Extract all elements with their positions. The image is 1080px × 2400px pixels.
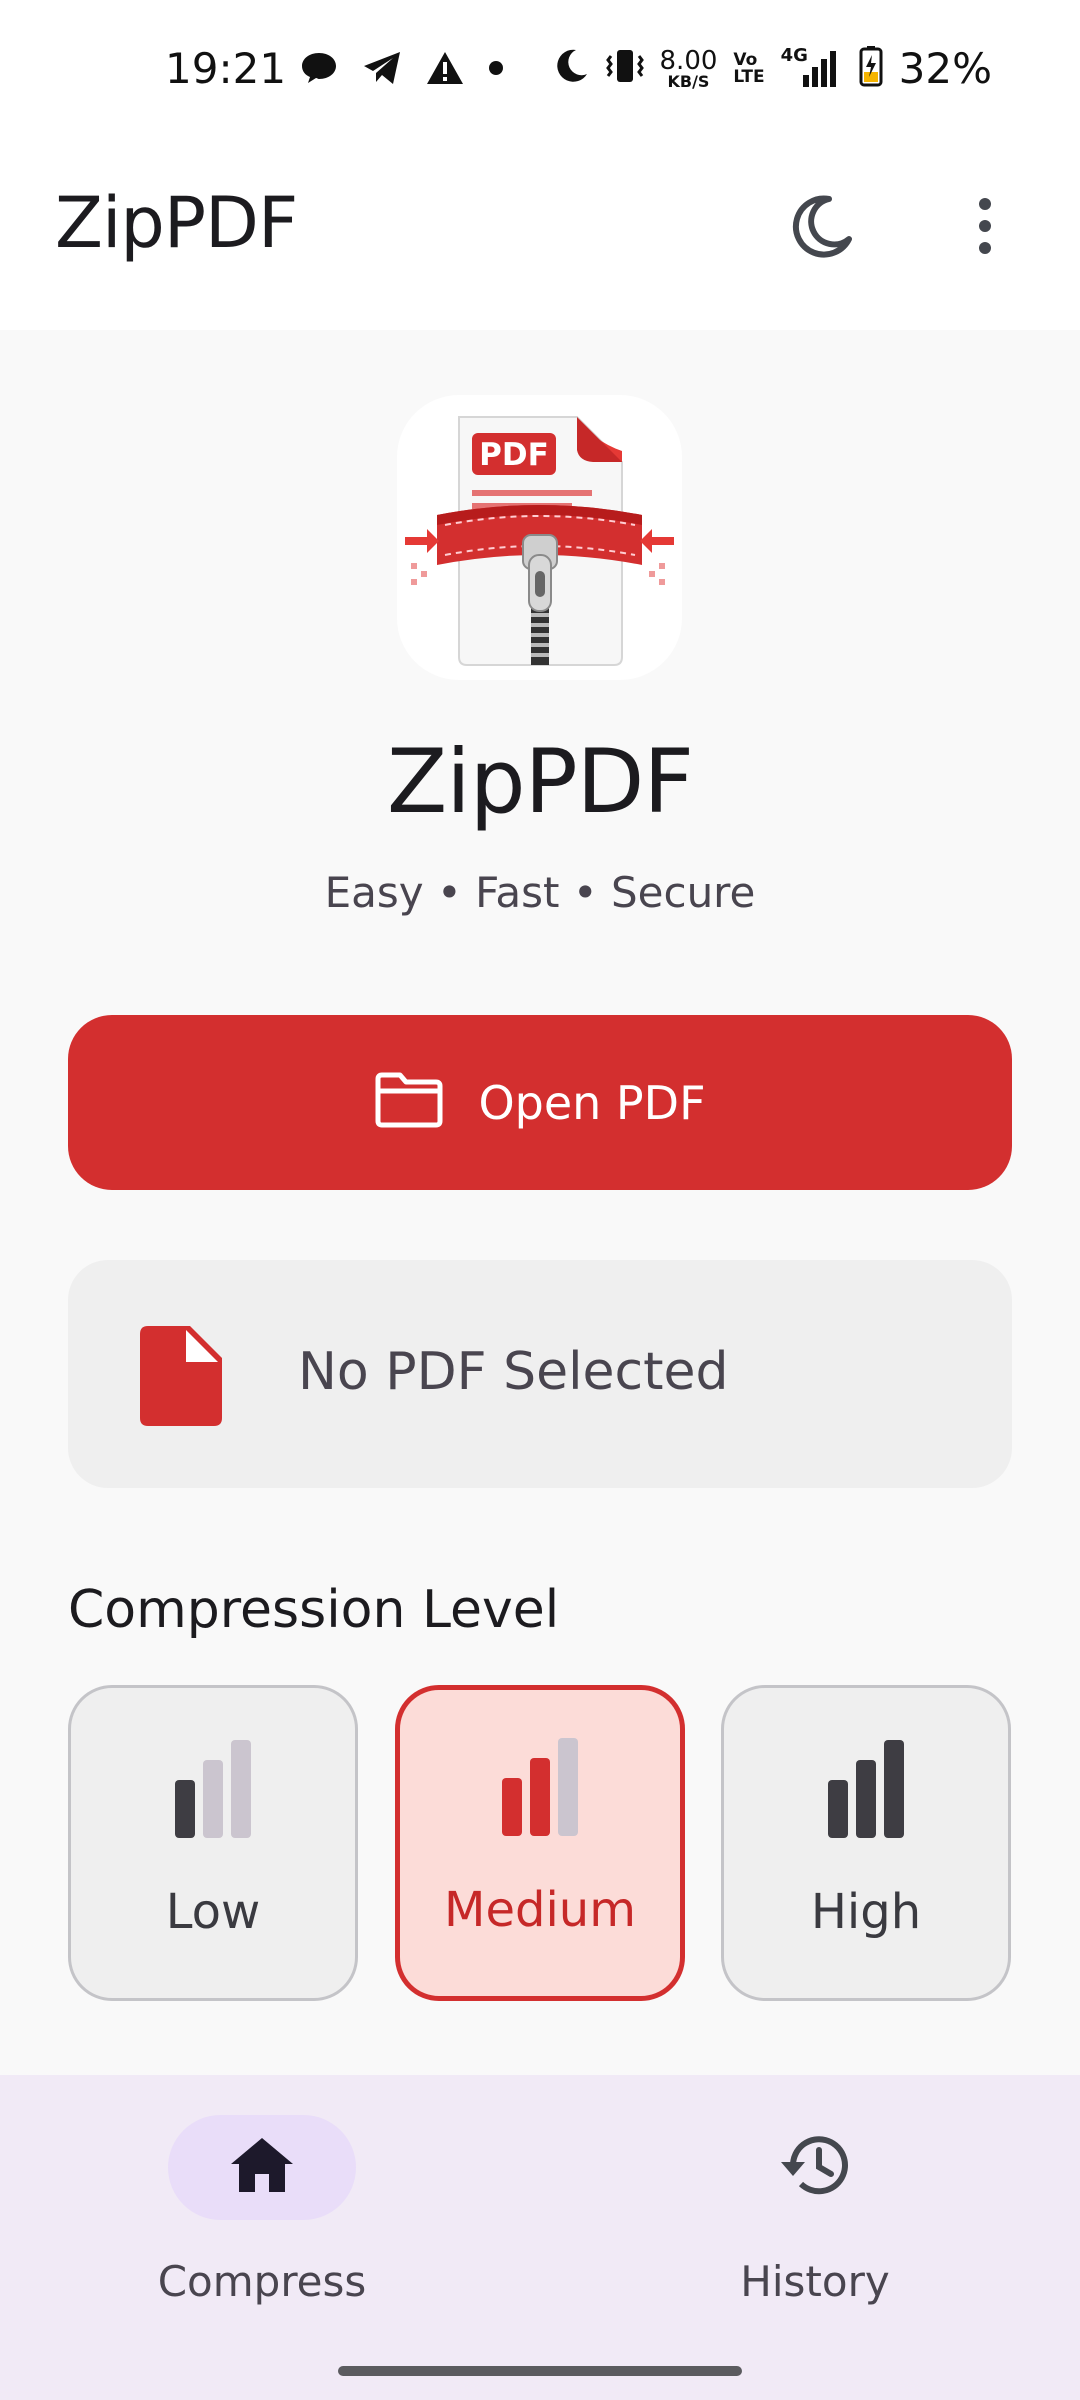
- notification-icons: [300, 50, 504, 91]
- bottom-navigation: Compress History: [0, 2075, 1080, 2400]
- app-logo: PDF: [397, 395, 682, 680]
- hero-title: ZipPDF: [386, 730, 694, 833]
- battery-percent: 32%: [898, 44, 992, 93]
- vibrate-icon: [605, 46, 644, 91]
- dot-icon: [488, 60, 504, 81]
- logo-pdf-text: PDF: [479, 437, 549, 473]
- telegram-icon: [362, 50, 402, 91]
- signal-bars-icon: [724, 1740, 1008, 1840]
- status-right: 8.00 KB/S Vo LTE 4G 32%: [552, 44, 992, 93]
- hero-tagline: Easy • Fast • Secure: [324, 868, 756, 917]
- selected-file-card: No PDF Selected: [68, 1260, 1012, 1488]
- nav-label-history: History: [740, 2257, 890, 2306]
- net-speed: 8.00 KB/S: [660, 48, 718, 90]
- status-bar: 19:21 8.00 KB/S Vo LTE 4G 32%: [0, 0, 1080, 130]
- home-icon: [229, 2136, 295, 2199]
- net-speed-unit: KB/S: [667, 71, 710, 91]
- volte-bottom: LTE: [733, 66, 765, 87]
- history-icon: [779, 2132, 851, 2203]
- signal-icon: 4G: [781, 45, 843, 89]
- more-vert-icon: [975, 197, 995, 259]
- compression-option-high[interactable]: High: [721, 1685, 1011, 2001]
- compression-option-label: Medium: [444, 1882, 636, 1938]
- compression-option-medium[interactable]: Medium: [395, 1685, 685, 2001]
- app-bar-title: ZipPDF: [55, 182, 298, 264]
- nav-item-compress[interactable]: Compress: [112, 2115, 412, 2315]
- volte-top: Vo: [733, 49, 758, 70]
- nav-active-indicator: [168, 2115, 356, 2220]
- status-time: 19:21: [165, 44, 287, 93]
- battery-charging-icon: [859, 45, 883, 92]
- chat-bubble-icon: [300, 51, 338, 90]
- file-icon: [140, 1326, 222, 1431]
- warning-icon: [426, 51, 464, 90]
- open-pdf-label: Open PDF: [478, 1075, 706, 1130]
- compression-option-label: High: [810, 1884, 922, 1940]
- compression-option-label: Low: [165, 1884, 261, 1940]
- compression-option-low[interactable]: Low: [68, 1685, 358, 2001]
- signal-bars-icon: [71, 1740, 355, 1840]
- signal-bars-icon: [400, 1738, 680, 1838]
- moon-icon: [552, 47, 590, 90]
- nav-item-history[interactable]: History: [665, 2115, 965, 2315]
- gesture-navigation-bar[interactable]: [338, 2366, 742, 2376]
- open-pdf-button[interactable]: Open PDF: [68, 1015, 1012, 1190]
- moon-icon: [789, 193, 855, 264]
- app-bar: ZipPDF: [0, 130, 1080, 330]
- nav-icon-container: [721, 2115, 909, 2220]
- folder-icon: [374, 1071, 444, 1134]
- nav-label-compress: Compress: [157, 2257, 367, 2306]
- more-options-button[interactable]: [945, 188, 1025, 268]
- screen: 19:21 8.00 KB/S Vo LTE 4G 32% ZipPDF PDF…: [0, 0, 1080, 2400]
- file-status-label: No PDF Selected: [298, 1342, 729, 1402]
- net-speed-value: 8.00: [659, 45, 718, 76]
- compression-level-title: Compression Level: [68, 1580, 560, 1640]
- theme-toggle-button[interactable]: [782, 188, 862, 268]
- volte-indicator: Vo LTE: [733, 49, 765, 87]
